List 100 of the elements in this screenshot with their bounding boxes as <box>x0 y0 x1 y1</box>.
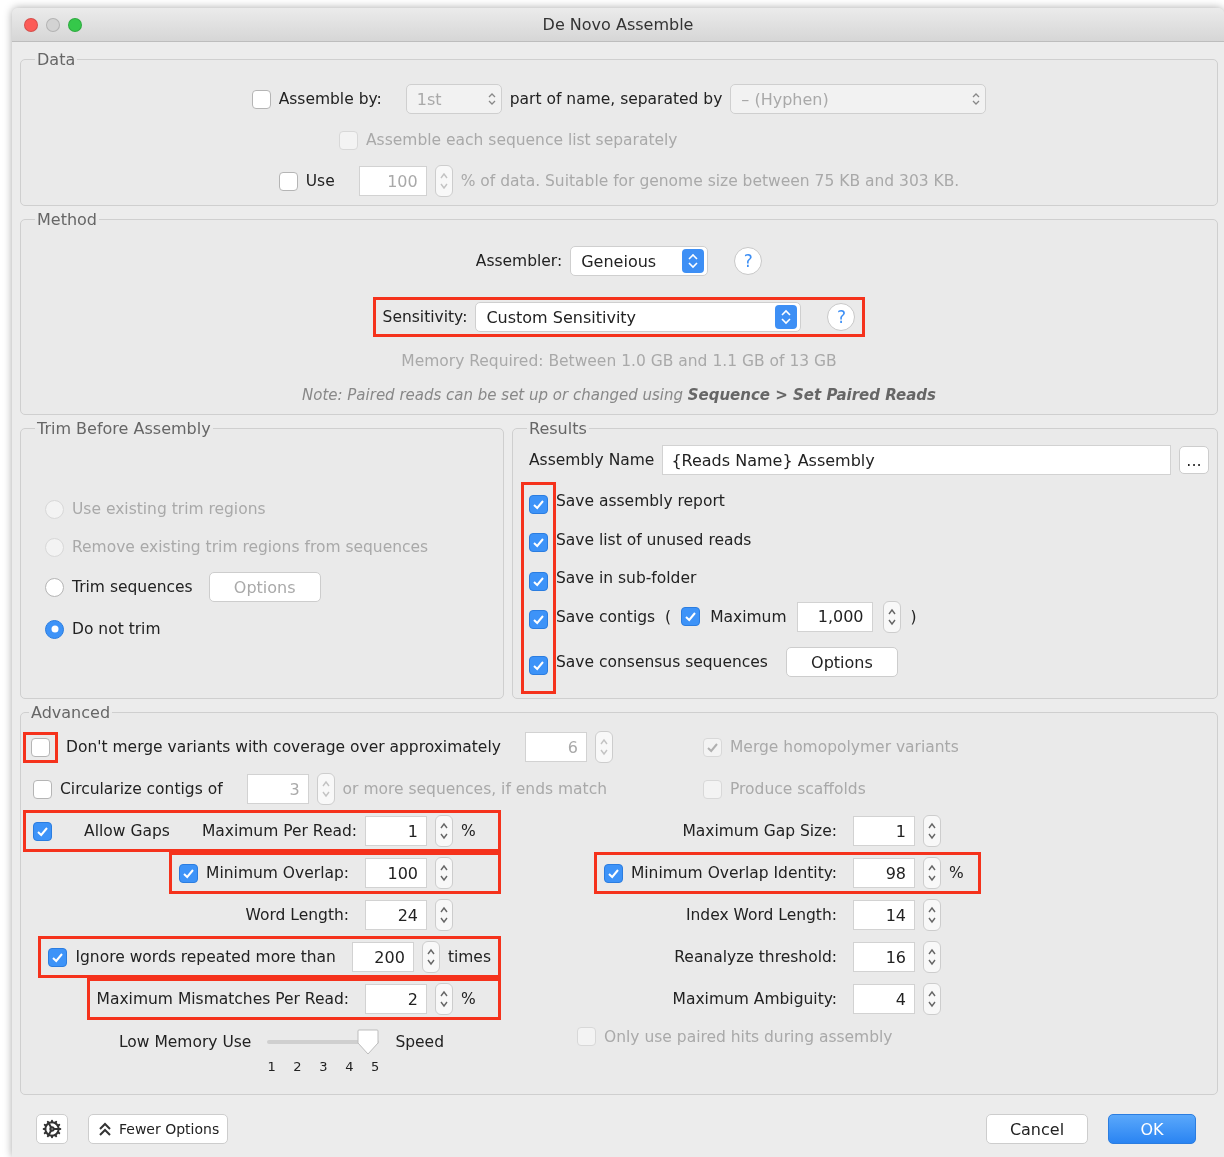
checkmark-icon <box>684 610 698 624</box>
stepper[interactable] <box>435 899 453 931</box>
radio-button[interactable] <box>45 619 64 639</box>
options-button[interactable]: Options <box>785 647 898 677</box>
unit-text: % <box>949 864 964 882</box>
stepper[interactable] <box>923 815 941 847</box>
field-label: Allow Gaps <box>84 822 170 840</box>
stepper[interactable] <box>923 899 941 931</box>
dropdown[interactable]: Custom Sensitivity <box>475 302 802 332</box>
tick-label: 5 <box>371 1058 380 1074</box>
number-field[interactable]: 98 <box>853 858 915 888</box>
field-hint: % of data. Suitable for genome size between 75 KB and 303 KB. <box>460 172 960 190</box>
dropdown[interactable]: Geneious <box>570 246 709 276</box>
checkbox[interactable] <box>251 89 271 109</box>
option-label: Merge homopolymer variants <box>730 738 959 756</box>
field-label: Sensitivity: <box>382 308 468 326</box>
tick-label: 1 <box>267 1058 276 1074</box>
checkbox[interactable] <box>529 533 548 553</box>
option-label: Use existing trim regions <box>72 500 266 518</box>
cancel-button[interactable]: Cancel <box>986 1114 1088 1144</box>
field-label: Maximum Ambiguity: <box>672 990 837 1008</box>
section-title: Advanced <box>30 703 112 722</box>
memory-text: Memory Required: Between 1.0 GB and 1.1 GB of 13 GB <box>401 352 837 370</box>
radio-dot-icon <box>50 625 59 633</box>
option-label: Assemble each sequence list separately <box>366 131 678 149</box>
paren-text: ( <box>665 607 672 626</box>
settings-button[interactable] <box>36 1114 68 1144</box>
section-title: Trim Before Assembly <box>36 419 212 438</box>
slider-label: Low Memory Use <box>119 1032 252 1051</box>
checkbox[interactable] <box>529 610 548 630</box>
option-label: Remove existing trim regions from sequences <box>72 538 429 556</box>
field-label: Index Word Length: <box>685 906 837 924</box>
tick-label: 3 <box>319 1058 328 1074</box>
slider-label: Speed <box>395 1032 444 1051</box>
checkbox[interactable] <box>529 655 548 675</box>
section-title: Data <box>36 50 77 69</box>
number-field[interactable]: 2 <box>365 984 427 1014</box>
number-field[interactable]: 4 <box>853 984 915 1014</box>
checkbox[interactable] <box>33 779 52 799</box>
checkbox[interactable] <box>603 863 623 883</box>
option-label: Save consensus sequences <box>556 653 768 671</box>
stepper[interactable] <box>923 983 941 1015</box>
checkmark-icon <box>532 613 545 627</box>
option-label: Save in sub-folder <box>556 569 697 588</box>
option-label: Only use paired hits during assembly <box>604 1027 893 1046</box>
checkbox[interactable] <box>179 863 199 883</box>
number-field[interactable]: 200 <box>351 942 414 972</box>
stepper[interactable] <box>923 941 941 973</box>
close-button[interactable] <box>24 17 38 32</box>
option-label: Use <box>305 172 335 190</box>
checkbox[interactable] <box>31 737 50 757</box>
stepper[interactable] <box>435 983 453 1015</box>
double-chevron-up-icon <box>97 1121 113 1137</box>
window-title: De Novo Assemble <box>542 15 694 34</box>
field-label: part of name, separated by <box>509 90 723 108</box>
number-field[interactable]: 1 <box>853 816 915 846</box>
checkbox[interactable] <box>48 947 68 967</box>
browse-button[interactable]: ... <box>1179 446 1209 474</box>
stepper[interactable] <box>923 857 941 889</box>
field-label: Minimum Overlap Identity: <box>630 864 837 882</box>
option-label: Assemble by: <box>278 90 382 108</box>
number-field[interactable]: 1,000 <box>796 601 873 632</box>
fewer-options-button[interactable]: Fewer Options <box>88 1114 229 1144</box>
stepper[interactable] <box>435 857 453 889</box>
number-field[interactable]: 1 <box>365 816 427 846</box>
field-label: Word Length: <box>245 906 349 924</box>
gear-icon <box>42 1119 62 1139</box>
number-field[interactable]: 100 <box>365 858 427 888</box>
slider[interactable] <box>267 1030 380 1053</box>
field-label: Reanalyze threshold: <box>674 948 837 966</box>
option-label: Do not trim <box>72 620 161 638</box>
assembly-name-field[interactable]: {Reads Name} Assembly <box>662 445 1171 475</box>
stepper[interactable] <box>421 941 440 973</box>
slider-thumb[interactable] <box>357 1028 380 1055</box>
section-title: Results <box>528 419 588 438</box>
unit-text: % <box>461 822 476 840</box>
number-field[interactable]: 24 <box>365 900 427 930</box>
stepper[interactable] <box>882 600 901 633</box>
option-label: Produce scaffolds <box>730 780 866 798</box>
zoom-button[interactable] <box>68 17 82 32</box>
option-label: Save assembly report <box>556 492 725 511</box>
field-label: Minimum Overlap: <box>206 864 349 882</box>
field-label: Ignore words repeated more than <box>75 948 336 966</box>
option-label: Save contigs <box>556 607 656 626</box>
unit-text: times <box>447 948 491 966</box>
number-field[interactable]: 14 <box>853 900 915 930</box>
checkbox[interactable] <box>529 571 548 591</box>
field-label: Assembler: <box>475 252 563 270</box>
stepper[interactable] <box>435 815 453 847</box>
number-field[interactable]: 16 <box>853 942 915 972</box>
checkbox[interactable] <box>681 607 701 627</box>
checkbox[interactable] <box>33 821 52 841</box>
note-text: Note: Paired reads can be set up or changed using Sequence > Set Paired Reads <box>302 386 936 404</box>
field-label: Assembly Name <box>529 451 655 469</box>
option-label: Save list of unused reads <box>556 530 752 549</box>
option-label: Maximum <box>710 607 787 626</box>
unit-text: % <box>461 990 476 1008</box>
section-title: Method <box>36 210 98 229</box>
radio-button[interactable] <box>45 577 64 597</box>
checkbox[interactable] <box>529 494 548 514</box>
